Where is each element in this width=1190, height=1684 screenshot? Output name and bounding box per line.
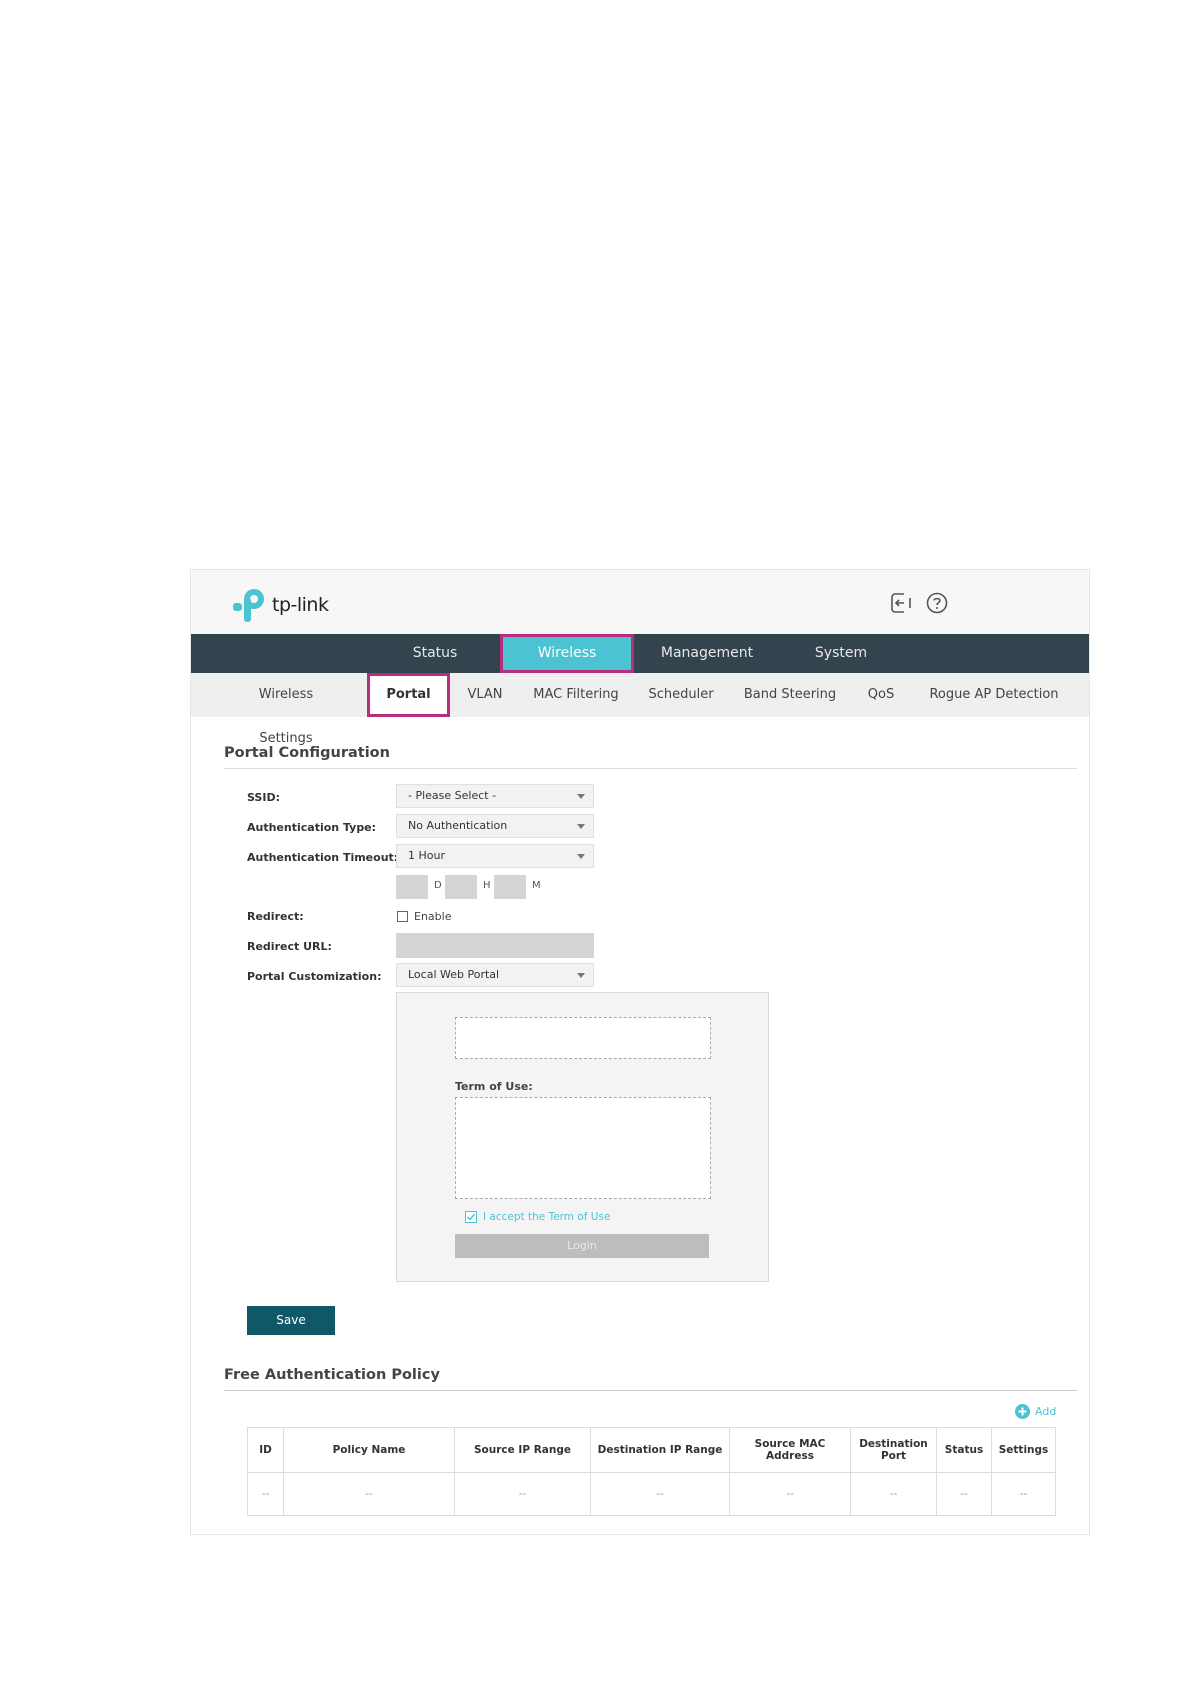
auth-timeout-label: Authentication Timeout: xyxy=(247,851,399,864)
cell-destination-ip-range: -- xyxy=(590,1472,730,1516)
logo-text: tp-link xyxy=(272,594,329,616)
ssid-label: SSID: xyxy=(247,791,280,804)
subtab-vlan[interactable]: VLAN xyxy=(461,673,509,717)
main-tab-system[interactable]: System xyxy=(796,634,886,673)
ssid-select[interactable]: - Please Select - xyxy=(396,784,594,808)
term-of-use-label: Term of Use: xyxy=(455,1080,533,1093)
auth-type-select[interactable]: No Authentication xyxy=(396,814,594,838)
auth-timeout-select[interactable]: 1 Hour xyxy=(396,844,594,868)
free-auth-title: Free Authentication Policy xyxy=(224,1367,440,1383)
subtab-rogue-ap-detection[interactable]: Rogue AP Detection xyxy=(929,673,1059,717)
table-header-row: ID Policy Name Source IP Range Destinati… xyxy=(247,1427,1056,1473)
main-tab-management[interactable]: Management xyxy=(651,634,763,673)
help-icon[interactable] xyxy=(926,592,948,614)
subtab-scheduler[interactable]: Scheduler xyxy=(641,673,721,717)
auth-type-value: No Authentication xyxy=(408,819,508,832)
tp-link-logo-icon xyxy=(233,589,264,622)
col-destination-port: Destination Port xyxy=(850,1427,937,1473)
timeout-minutes-unit: M xyxy=(532,880,541,891)
ssid-value: - Please Select - xyxy=(408,789,497,802)
cell-policy-name: -- xyxy=(283,1472,455,1516)
main-tab-wireless[interactable]: Wireless xyxy=(500,634,634,673)
col-settings: Settings xyxy=(991,1427,1056,1473)
table-row: -- -- -- -- -- -- -- -- xyxy=(247,1472,1056,1516)
col-destination-ip-range: Destination IP Range xyxy=(590,1427,730,1473)
portal-preview: Term of Use: I accept the Term of Use Lo… xyxy=(396,992,769,1282)
cell-destination-port: -- xyxy=(850,1472,937,1516)
subtab-mac-filtering[interactable]: MAC Filtering xyxy=(531,673,621,717)
redirect-enable-checkbox[interactable] xyxy=(397,911,408,922)
auth-type-label: Authentication Type: xyxy=(247,821,377,834)
subtab-wireless-settings[interactable]: Wireless Settings xyxy=(231,673,341,746)
subtab-portal[interactable]: Portal xyxy=(367,673,450,717)
add-label: Add xyxy=(1035,1405,1057,1418)
portal-config-title: Portal Configuration xyxy=(224,745,390,761)
col-status: Status xyxy=(936,1427,992,1473)
cell-source-ip-range: -- xyxy=(454,1472,591,1516)
router-admin-window: tp-link Status Wireless Management Syste… xyxy=(190,569,1090,1535)
timeout-days-input[interactable] xyxy=(396,875,428,899)
header-bar: tp-link xyxy=(191,570,1089,634)
chevron-down-icon xyxy=(577,794,585,799)
timeout-hours-input[interactable] xyxy=(445,875,477,899)
timeout-hours-unit: H xyxy=(483,880,491,891)
cell-source-mac-address: -- xyxy=(729,1472,851,1516)
login-button[interactable]: Login xyxy=(455,1234,709,1258)
timeout-minutes-input[interactable] xyxy=(494,875,526,899)
add-circle-icon xyxy=(1015,1404,1030,1419)
cell-status: -- xyxy=(936,1472,992,1516)
preview-logo-area[interactable] xyxy=(455,1017,711,1059)
cell-settings: -- xyxy=(991,1472,1056,1516)
free-auth-divider xyxy=(224,1390,1077,1391)
subtab-band-steering[interactable]: Band Steering xyxy=(741,673,839,717)
subtab-qos[interactable]: QoS xyxy=(861,673,901,717)
main-tab-status[interactable]: Status xyxy=(389,634,481,673)
chevron-down-icon xyxy=(577,854,585,859)
col-id: ID xyxy=(247,1427,284,1473)
col-source-ip-range: Source IP Range xyxy=(454,1427,591,1473)
redirect-label: Redirect: xyxy=(247,910,304,923)
redirect-url-input[interactable] xyxy=(396,933,594,958)
sub-nav: Wireless Settings Portal VLAN MAC Filter… xyxy=(191,673,1089,746)
portal-customization-value: Local Web Portal xyxy=(408,968,500,981)
timeout-days-unit: D xyxy=(434,880,442,891)
term-of-use-box[interactable] xyxy=(455,1097,711,1199)
portal-customization-label: Portal Customization: xyxy=(247,970,382,983)
col-policy-name: Policy Name xyxy=(283,1427,455,1473)
portal-config-divider xyxy=(224,768,1077,769)
redirect-enable-label: Enable xyxy=(414,910,452,923)
chevron-down-icon xyxy=(577,973,585,978)
auth-timeout-value: 1 Hour xyxy=(408,849,445,862)
save-button[interactable]: Save xyxy=(247,1306,335,1335)
main-nav: Status Wireless Management System xyxy=(191,634,1089,673)
portal-customization-select[interactable]: Local Web Portal xyxy=(396,963,594,987)
accept-terms-text: I accept the Term of Use xyxy=(483,1211,611,1223)
free-auth-policy-table: ID Policy Name Source IP Range Destinati… xyxy=(247,1427,1056,1516)
cell-id: -- xyxy=(247,1472,284,1516)
chevron-down-icon xyxy=(577,824,585,829)
logout-icon[interactable] xyxy=(890,592,912,614)
col-source-mac-address: Source MAC Address xyxy=(729,1427,851,1473)
accept-terms-checkbox[interactable] xyxy=(465,1211,477,1223)
redirect-url-label: Redirect URL: xyxy=(247,940,332,953)
